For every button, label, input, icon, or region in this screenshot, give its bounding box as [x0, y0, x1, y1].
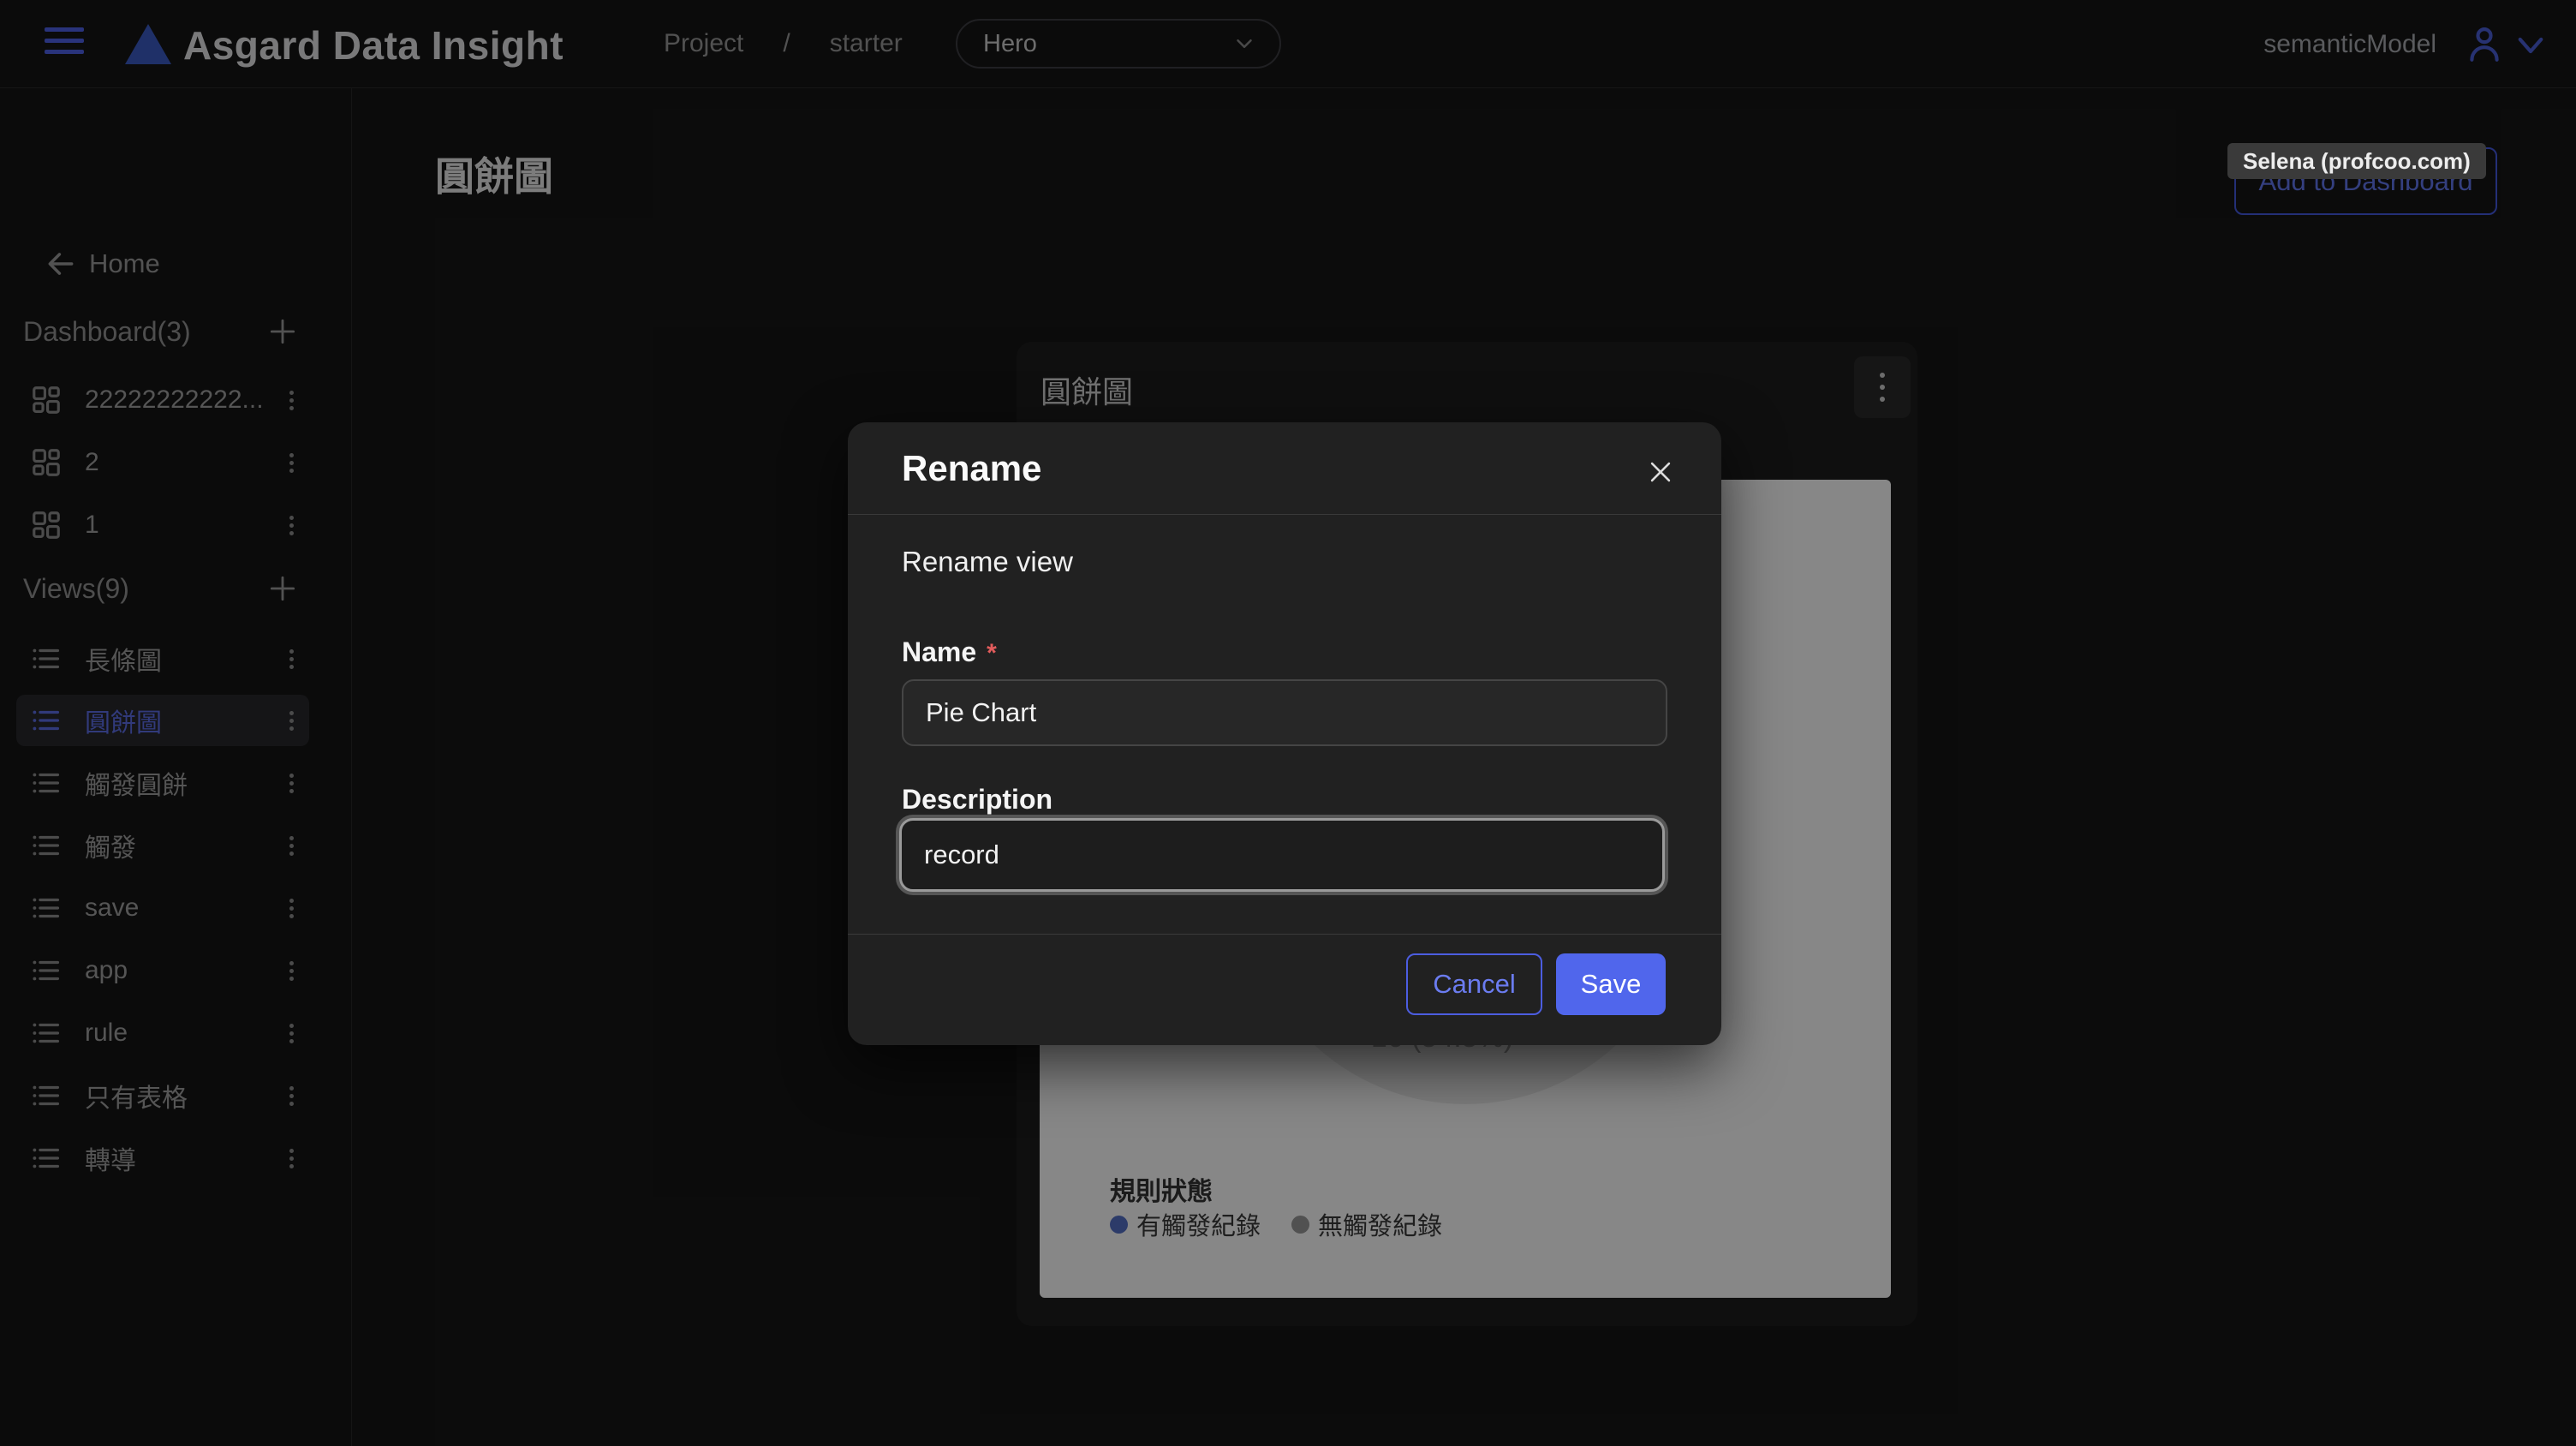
description-input[interactable] [899, 818, 1665, 892]
app-root: Asgard Data Insight Project / starter He… [0, 0, 2576, 1446]
dialog-title: Rename [902, 448, 1041, 489]
dialog-subtitle: Rename view [902, 546, 1073, 578]
name-input[interactable] [902, 679, 1667, 746]
dialog-footer-divider [848, 934, 1721, 935]
owner-tooltip: Selena (profcoo.com) [2227, 143, 2486, 179]
rename-dialog: Rename Rename view Name* Description Can… [848, 422, 1721, 1045]
name-field-label: Name* [902, 636, 997, 668]
save-button[interactable]: Save [1556, 953, 1666, 1015]
description-field-label: Description [902, 784, 1052, 816]
close-icon[interactable] [1646, 453, 1684, 491]
cancel-button[interactable]: Cancel [1406, 953, 1542, 1015]
required-asterisk: * [987, 639, 997, 667]
dialog-header-divider [848, 514, 1721, 515]
